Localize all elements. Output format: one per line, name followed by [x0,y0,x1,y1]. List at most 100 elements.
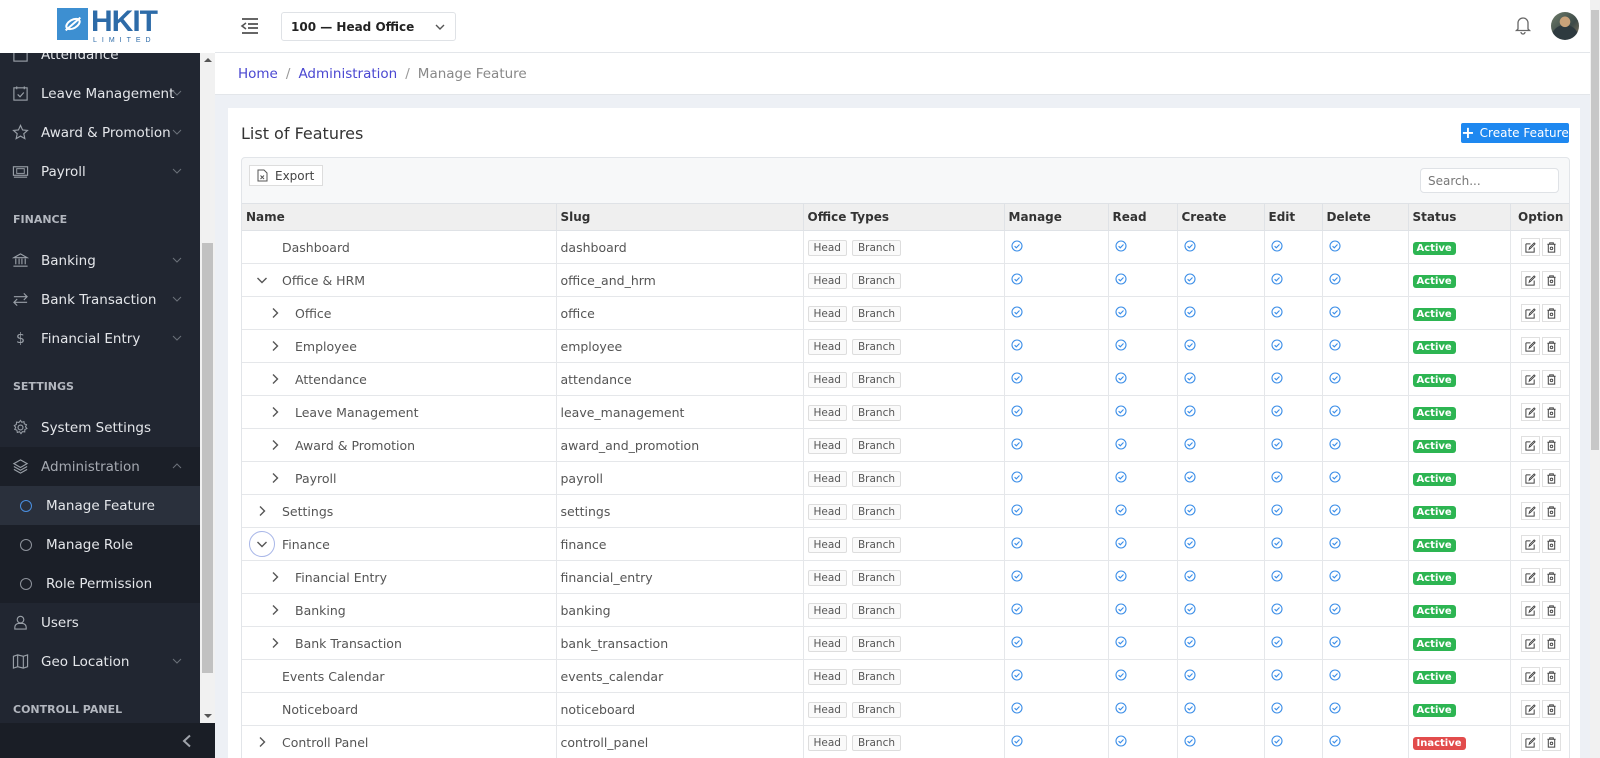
column-header-slug[interactable]: Slug [556,203,804,231]
delete-button[interactable] [1541,436,1561,454]
column-header-create[interactable]: Create [1177,203,1265,231]
delete-button[interactable] [1541,469,1561,487]
delete-button[interactable] [1541,370,1561,388]
expand-chevron-right-icon[interactable] [262,597,288,623]
collapse-chevron-down-icon[interactable] [249,531,275,557]
breadcrumb-administration[interactable]: Administration [298,66,397,82]
delete-button[interactable] [1541,535,1561,553]
edit-button[interactable] [1520,568,1540,586]
edit-button[interactable] [1520,337,1540,355]
edit-button[interactable] [1520,238,1540,256]
cell-option [1510,626,1569,660]
menu-toggle-icon[interactable] [240,17,260,35]
expand-chevron-right-icon[interactable] [262,564,288,590]
column-header-manage[interactable]: Manage [1004,203,1109,231]
bell-icon[interactable] [1514,15,1532,35]
brand-logo[interactable]: HKIT LIMITED [57,7,158,44]
sidebar-section-control-panel: CONTROLL PANEL [13,703,123,716]
delete-button[interactable] [1541,634,1561,652]
sidebar-item-award-promotion[interactable]: Award & Promotion [0,113,200,152]
column-header-status[interactable]: Status [1408,203,1511,231]
scroll-up-arrow-icon[interactable] [204,58,212,62]
column-header-delete[interactable]: Delete [1322,203,1409,231]
check-circle-icon [1270,437,1283,450]
edit-button[interactable] [1520,502,1540,520]
delete-button[interactable] [1541,601,1561,619]
export-button[interactable]: Export [249,165,324,186]
chevron-left-icon[interactable] [181,734,193,748]
column-header-edit[interactable]: Edit [1264,203,1323,231]
sidebar-subitem-manage-role[interactable]: Manage Role [0,525,200,564]
edit-button[interactable] [1520,733,1540,751]
edit-button[interactable] [1520,271,1540,289]
column-header-read[interactable]: Read [1108,203,1178,231]
sidebar-item-administration[interactable]: Administration [0,447,200,486]
cell-slug: noticeboard [556,692,804,726]
expand-chevron-right-icon[interactable] [249,498,275,524]
delete-button[interactable] [1541,502,1561,520]
delete-button[interactable] [1541,700,1561,718]
delete-button[interactable] [1541,271,1561,289]
edit-button[interactable] [1520,436,1540,454]
expand-chevron-right-icon[interactable] [262,630,288,656]
sidebar-item-system-settings[interactable]: System Settings [0,408,200,447]
delete-button[interactable] [1541,304,1561,322]
sidebar-item-users[interactable]: Users [0,603,200,642]
office-select[interactable]: 100 — Head Office [281,12,456,41]
column-header-option[interactable]: Option [1510,203,1569,231]
office-type-tag: Branch [851,437,902,454]
delete-button[interactable] [1541,403,1561,421]
expand-chevron-right-icon[interactable] [262,300,288,326]
user-avatar[interactable] [1551,12,1579,40]
search-input[interactable] [1420,168,1559,193]
expand-chevron-right-icon[interactable] [262,399,288,425]
edit-button[interactable] [1520,403,1540,421]
sidebar-item-banking[interactable]: Banking [0,241,200,280]
cell-option [1510,527,1569,561]
expand-chevron-right-icon[interactable] [249,729,275,755]
expand-chevron-right-icon[interactable] [262,465,288,491]
money-icon [12,163,29,180]
delete-button[interactable] [1541,238,1561,256]
edit-button[interactable] [1520,667,1540,685]
chevron-down-icon [172,168,182,174]
sidebar-subitem-manage-feature[interactable]: Manage Feature [0,486,200,525]
sidebar-scrollbar[interactable] [200,53,215,723]
scroll-down-arrow-icon[interactable] [204,714,212,718]
sidebar-item-leave-management[interactable]: Leave Management [0,74,200,113]
sidebar-item-attendance[interactable]: Attendance [0,53,200,74]
expand-chevron-right-icon[interactable] [262,432,288,458]
page-scrollbar[interactable] [1590,0,1600,758]
cell-create [1177,329,1265,363]
breadcrumb-home[interactable]: Home [238,66,278,82]
delete-button[interactable] [1541,733,1561,751]
create-feature-button[interactable]: + Create Feature [1461,123,1569,143]
edit-button[interactable] [1520,700,1540,718]
sidebar-subitem-role-permission[interactable]: Role Permission [0,564,200,603]
edit-button[interactable] [1520,535,1540,553]
edit-button[interactable] [1520,634,1540,652]
column-header-name[interactable]: Name [242,203,557,231]
expand-chevron-right-icon[interactable] [262,366,288,392]
delete-button[interactable] [1541,568,1561,586]
check-circle-icon [1114,305,1127,318]
check-circle-icon [1270,305,1283,318]
sidebar-subitem-label: Role Permission [46,575,153,592]
sidebar-item-financial-entry[interactable]: $ Financial Entry [0,319,200,358]
edit-button[interactable] [1520,304,1540,322]
sidebar-item-payroll[interactable]: Payroll [0,152,200,191]
collapse-chevron-down-icon[interactable] [249,267,275,293]
sidebar-item-geo-location[interactable]: Geo Location [0,642,200,681]
column-header-office-types[interactable]: Office Types [803,203,1005,231]
scrollbar-thumb[interactable] [202,243,213,673]
delete-button[interactable] [1541,337,1561,355]
edit-button[interactable] [1520,370,1540,388]
delete-button[interactable] [1541,667,1561,685]
cell-delete [1322,230,1409,264]
expand-chevron-right-icon[interactable] [262,333,288,359]
sidebar-item-bank-transaction[interactable]: Bank Transaction [0,280,200,319]
scrollbar-thumb[interactable] [1591,10,1599,450]
edit-button[interactable] [1520,601,1540,619]
office-type-tag: Head [807,536,847,553]
edit-button[interactable] [1520,469,1540,487]
